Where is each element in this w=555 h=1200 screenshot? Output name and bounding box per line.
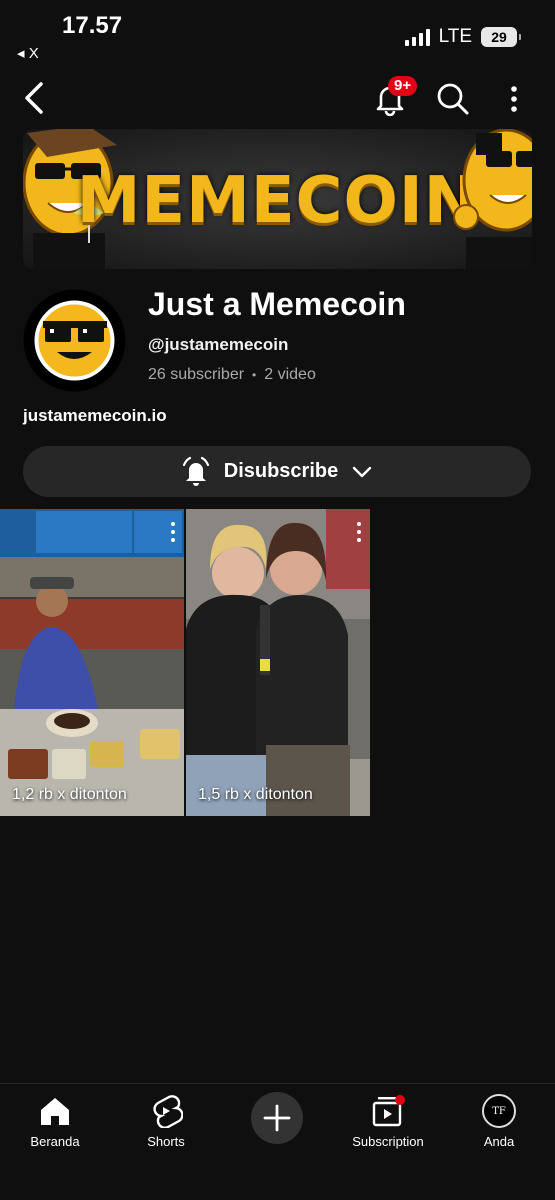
- subscriptions-icon: [372, 1095, 405, 1127]
- separator-dot: •: [252, 368, 257, 382]
- network-type: LTE: [438, 26, 472, 47]
- short-view-count: 1,2 rb x ditonton: [12, 786, 127, 803]
- create-button[interactable]: [251, 1092, 303, 1144]
- channel-name: Just a Memecoin: [148, 286, 406, 322]
- short-thumbnail[interactable]: 1,5 rb x ditonton: [186, 509, 370, 816]
- home-icon: [41, 1098, 69, 1125]
- short-thumbnail-image: [186, 509, 370, 816]
- back-to-app-link[interactable]: ◂ X: [17, 44, 39, 62]
- status-indicators: LTE 29: [404, 26, 521, 48]
- channel-handle: @justamemecoin: [148, 335, 289, 354]
- nav-subscriptions-label: Subscription: [352, 1134, 424, 1149]
- battery-level: 29: [491, 29, 507, 45]
- subscribed-button[interactable]: Disubscribe: [23, 446, 531, 497]
- status-time: 17.57: [62, 12, 123, 39]
- battery-icon: 29: [481, 27, 521, 47]
- nav-home[interactable]: Beranda: [0, 1094, 110, 1149]
- signal-icon: [404, 28, 430, 46]
- chevron-down-icon: [353, 466, 372, 477]
- more-options-icon[interactable]: [168, 521, 178, 543]
- search-icon[interactable]: [436, 82, 470, 116]
- nav-subscriptions[interactable]: Subscription: [333, 1094, 443, 1149]
- nav-shorts[interactable]: Shorts: [111, 1094, 221, 1149]
- short-thumbnail[interactable]: 1,2 rb x ditonton: [0, 509, 184, 816]
- plus-icon: [263, 1104, 291, 1132]
- meme-mascot-right-icon: [453, 129, 532, 269]
- nav-shorts-label: Shorts: [147, 1134, 185, 1149]
- notification-badge: 9+: [388, 76, 418, 96]
- channel-stats: 26 subscriber • 2 video: [148, 366, 316, 384]
- subscriber-count: 26 subscriber: [148, 366, 245, 383]
- subscribed-label: Disubscribe: [223, 460, 339, 482]
- back-arrow-icon[interactable]: [20, 80, 50, 116]
- video-count: 2 video: [264, 366, 316, 383]
- user-avatar-initials: TF: [492, 1105, 506, 1117]
- nav-home-label: Beranda: [30, 1134, 80, 1149]
- nav-you-label: Anda: [483, 1134, 515, 1149]
- short-thumbnail-image: [0, 509, 184, 816]
- bell-ringing-icon: [182, 456, 209, 486]
- shorts-icon: [153, 1095, 183, 1128]
- nav-you[interactable]: TF Anda: [444, 1094, 554, 1149]
- channel-banner: MEMECOIN: [23, 129, 532, 269]
- channel-avatar[interactable]: [23, 289, 126, 392]
- more-options-icon[interactable]: [506, 84, 522, 114]
- more-options-icon[interactable]: [354, 521, 364, 543]
- user-avatar: TF: [482, 1094, 516, 1128]
- bottom-navigation: Beranda Shorts Subscription TF Anda: [0, 1083, 555, 1200]
- short-view-count: 1,5 rb x ditonton: [198, 786, 313, 803]
- channel-link[interactable]: justamemecoin.io: [23, 406, 167, 426]
- nav-create[interactable]: [222, 1092, 332, 1144]
